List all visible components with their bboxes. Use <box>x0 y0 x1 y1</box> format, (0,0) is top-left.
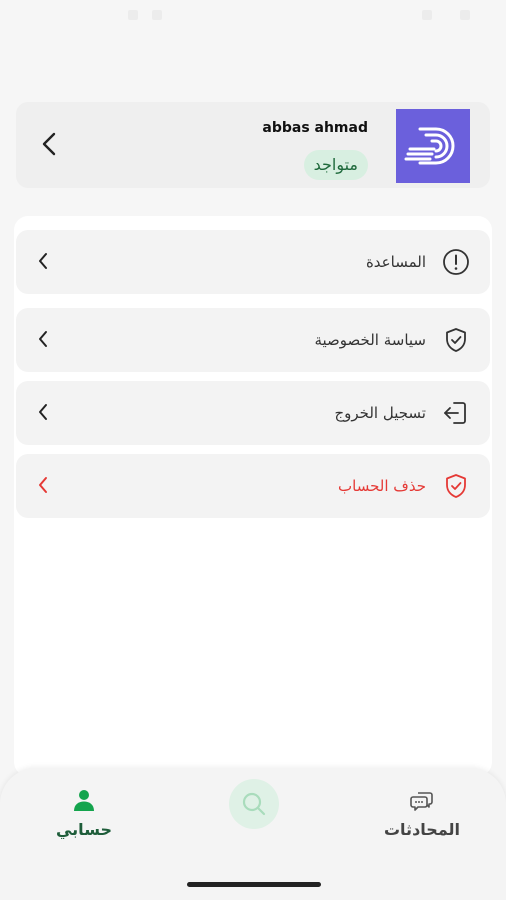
bottom-navigation: حسابي المحادثات <box>0 768 506 900</box>
chat-bubbles-icon <box>410 792 433 811</box>
logout-icon <box>442 399 470 427</box>
nav-tab-profile[interactable]: حسابي <box>42 788 126 848</box>
chevron-left-icon[interactable] <box>42 132 56 160</box>
shield-check-icon <box>442 472 470 500</box>
chevron-left-icon <box>38 252 48 274</box>
app-logo-icon <box>404 127 455 165</box>
menu-item-label: حذف الحساب <box>338 477 426 495</box>
status-icon <box>152 10 162 20</box>
nav-tab-chats[interactable]: المحادثات <box>370 788 474 848</box>
menu-item-help[interactable]: المساعدة <box>16 230 490 294</box>
profile-name: abbas ahmad <box>262 120 368 136</box>
profile-card[interactable]: abbas ahmad متواجد <box>16 102 490 188</box>
status-icon <box>128 10 138 20</box>
nav-search-button[interactable] <box>229 779 279 829</box>
avatar <box>396 109 470 183</box>
info-icon <box>442 248 470 276</box>
status-badge: متواجد <box>303 150 368 180</box>
menu-item-privacy-policy[interactable]: سياسة الخصوصية <box>16 308 490 372</box>
menu-item-delete-account[interactable]: حذف الحساب <box>16 454 490 518</box>
shield-check-icon <box>442 326 470 354</box>
status-icon <box>422 10 432 20</box>
chevron-left-icon <box>38 476 48 498</box>
menu-item-logout[interactable]: تسجيل الخروج <box>16 381 490 445</box>
chevron-left-icon <box>38 403 48 425</box>
settings-menu: المساعدة سياسة الخصوصية تسجيل الخروج حذف… <box>14 216 492 776</box>
menu-item-label: المساعدة <box>365 253 426 271</box>
nav-tab-label: حسابي <box>55 820 112 839</box>
menu-item-label: تسجيل الخروج <box>334 404 426 422</box>
search-icon <box>242 792 266 816</box>
menu-item-label: سياسة الخصوصية <box>314 331 426 349</box>
status-bar <box>0 0 506 32</box>
nav-tab-label: المحادثات <box>383 820 461 839</box>
user-icon <box>74 790 94 811</box>
chevron-left-icon <box>38 330 48 352</box>
status-icon <box>460 10 470 20</box>
home-indicator[interactable] <box>187 882 321 887</box>
